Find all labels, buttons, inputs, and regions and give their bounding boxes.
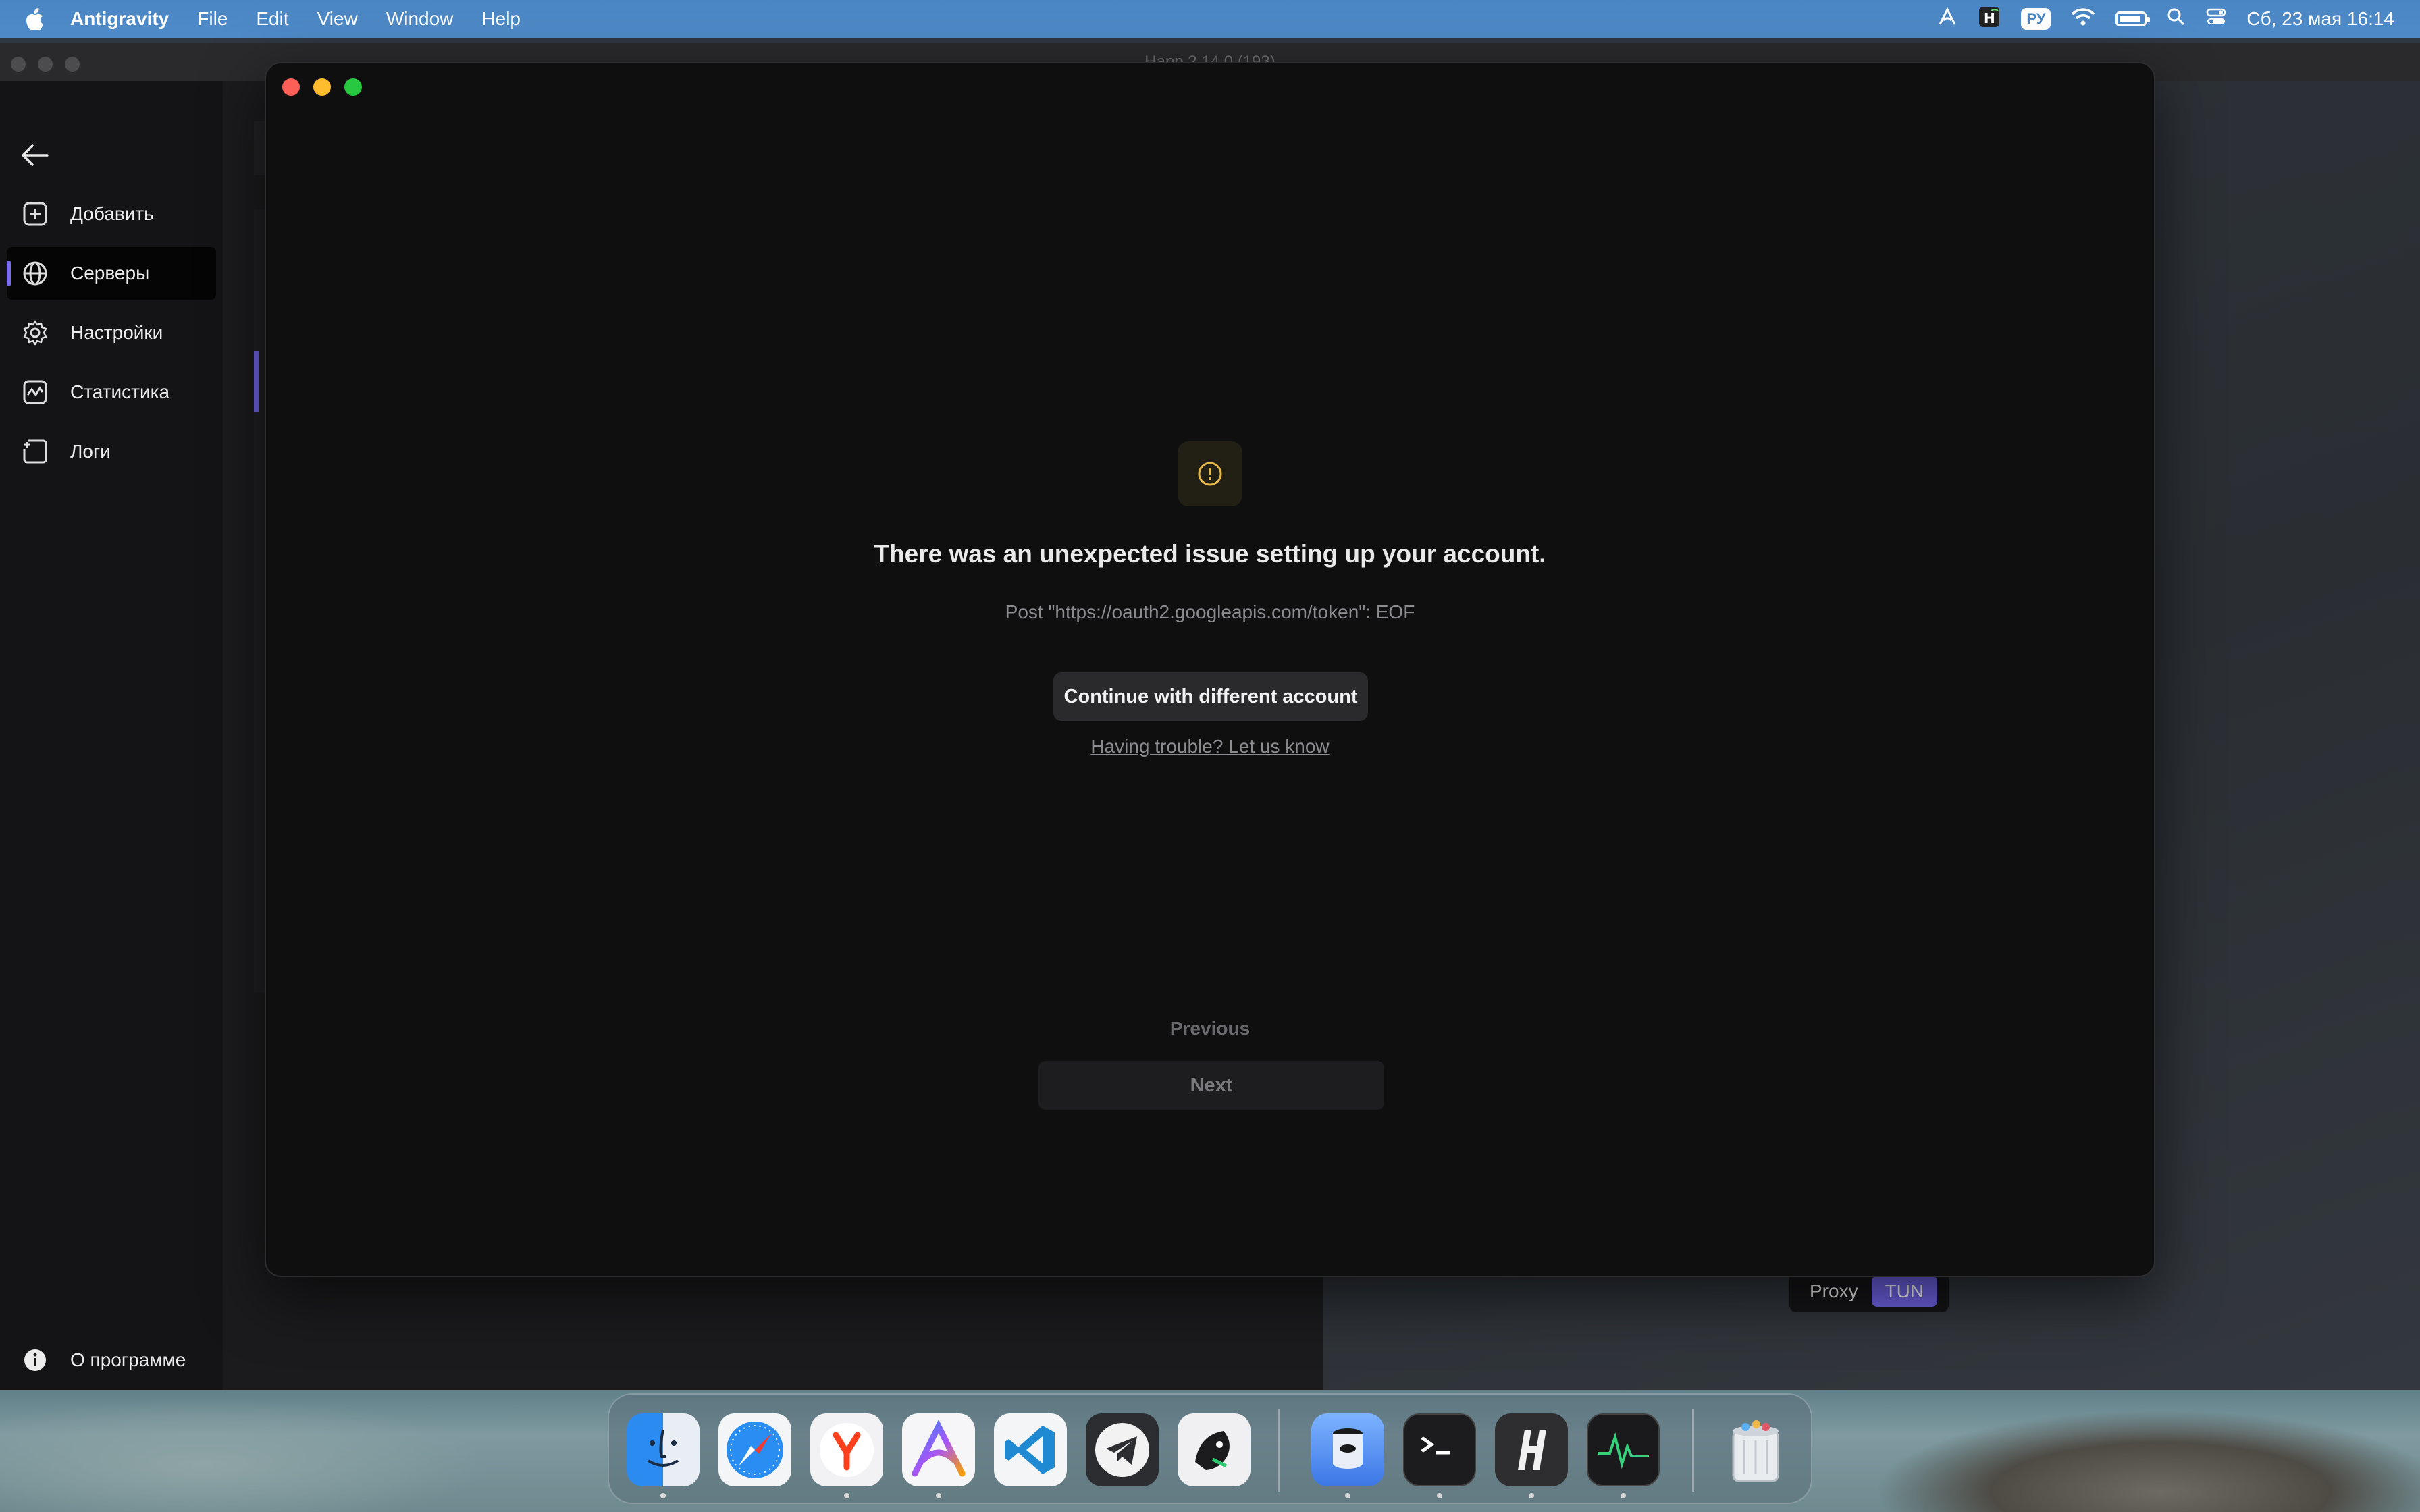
globe-icon <box>20 259 50 288</box>
antigravity-status-icon[interactable] <box>1937 7 1957 32</box>
telegram-icon[interactable] <box>1086 1413 1159 1486</box>
happ-minimize-button[interactable] <box>38 57 53 72</box>
activity-monitor-running-indicator <box>1621 1493 1626 1498</box>
error-message: Post "https://oauth2.googleapis.com/toke… <box>1005 601 1415 622</box>
chart-icon <box>20 377 50 407</box>
terminal-icon[interactable] <box>1403 1413 1476 1486</box>
logs-icon <box>20 437 50 466</box>
orca-icon[interactable] <box>1178 1413 1251 1486</box>
happ-icon[interactable] <box>1495 1413 1568 1486</box>
terminal-running-indicator <box>1437 1493 1442 1498</box>
control-center-icon[interactable] <box>2206 7 2226 31</box>
minimize-button[interactable] <box>313 78 331 96</box>
warning-icon <box>1178 441 1242 506</box>
menu-edit[interactable]: Edit <box>256 8 288 30</box>
sidebar-item-label: Статистика <box>70 381 170 402</box>
tun-option[interactable]: TUN <box>1871 1276 1938 1307</box>
antigravity-window: There was an unexpected issue setting up… <box>265 62 2155 1277</box>
having-trouble-link[interactable]: Having trouble? Let us know <box>266 736 2154 757</box>
continue-different-account-button[interactable]: Continue with different account <box>1053 672 1368 721</box>
sidebar-item-statistics[interactable]: Статистика <box>7 366 216 418</box>
happ-status-icon[interactable]: H <box>1978 5 2001 33</box>
finder-icon[interactable] <box>627 1413 700 1486</box>
info-icon <box>20 1345 50 1375</box>
plus-square-icon <box>20 199 50 229</box>
sidebar-item-servers[interactable]: Серверы <box>7 247 216 300</box>
menubar-datetime[interactable]: Сб, 23 мая 16:14 <box>2246 8 2394 30</box>
wifi-icon[interactable] <box>2071 7 2095 31</box>
activity-monitor-icon[interactable] <box>1587 1413 1660 1486</box>
dock-separator <box>1692 1409 1694 1492</box>
sidebar-item-add[interactable]: Добавить <box>7 188 216 240</box>
safari-icon[interactable] <box>718 1413 791 1486</box>
menu-app-name[interactable]: Antigravity <box>70 8 169 30</box>
happ-close-button[interactable] <box>11 57 26 72</box>
previous-button[interactable]: Previous <box>266 1018 2154 1040</box>
antigravity-icon[interactable] <box>902 1413 975 1486</box>
yandex-browser-icon[interactable] <box>810 1413 883 1486</box>
happ-selected-server-indicator <box>254 351 259 412</box>
dock <box>608 1393 1812 1504</box>
apple-menu-icon[interactable] <box>26 7 46 30</box>
antigravity-running-indicator <box>936 1493 941 1498</box>
sidebar-item-logs[interactable]: Логи <box>7 425 216 478</box>
sidebar-item-label: Настройки <box>70 322 163 343</box>
happ-zoom-button[interactable] <box>65 57 80 72</box>
spotlight-search-icon[interactable] <box>2167 7 2186 31</box>
menu-window[interactable]: Window <box>386 8 454 30</box>
sidebar-item-label: Добавить <box>70 203 154 224</box>
happ-sidebar: Добавить Серверы Настройки Статистика Ло… <box>0 81 223 1390</box>
sidebar-item-label: Серверы <box>70 263 150 284</box>
sidebar-item-label: Логи <box>70 441 111 462</box>
happ-window-controls <box>11 57 80 72</box>
privacy-icon[interactable] <box>1311 1413 1384 1486</box>
battery-icon[interactable] <box>2115 11 2151 26</box>
vscode-icon[interactable] <box>994 1413 1067 1486</box>
svg-text:H: H <box>1984 10 1995 26</box>
menu-help[interactable]: Help <box>481 8 521 30</box>
back-arrow-icon[interactable] <box>20 143 49 167</box>
menu-file[interactable]: File <box>197 8 228 30</box>
finder-running-indicator <box>660 1493 666 1498</box>
proxy-option[interactable]: Proxy <box>1800 1280 1868 1302</box>
happ-running-indicator <box>1529 1493 1534 1498</box>
next-button[interactable]: Next <box>1038 1061 1384 1110</box>
zoom-button[interactable] <box>344 78 362 96</box>
yandex-running-indicator <box>844 1493 849 1498</box>
sidebar-item-about[interactable]: О программе <box>7 1334 216 1386</box>
window-controls <box>282 78 362 96</box>
dock-separator <box>1278 1409 1280 1492</box>
trash-icon[interactable] <box>1719 1413 1792 1486</box>
menu-bar: Antigravity File Edit View Window Help H… <box>0 0 2420 38</box>
input-language-indicator[interactable]: РУ <box>2021 8 2051 30</box>
close-button[interactable] <box>282 78 300 96</box>
error-title: There was an unexpected issue setting up… <box>874 540 1546 568</box>
sidebar-item-settings[interactable]: Настройки <box>7 306 216 359</box>
gear-icon <box>20 318 50 348</box>
menu-view[interactable]: View <box>317 8 358 30</box>
about-label: О программе <box>70 1349 186 1370</box>
privacy-running-indicator <box>1345 1493 1350 1498</box>
